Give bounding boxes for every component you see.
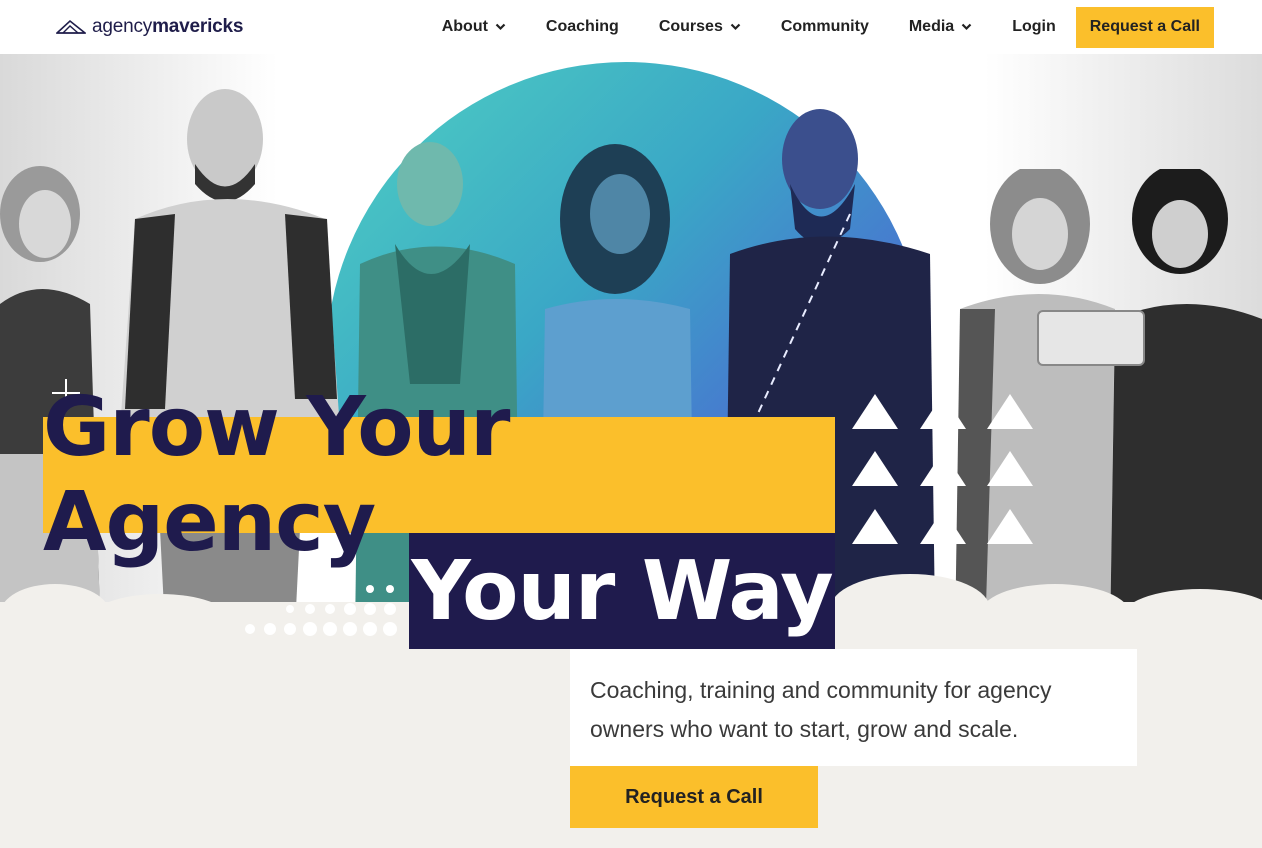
site-logo[interactable]: agencymavericks xyxy=(56,14,243,40)
paint-splash xyxy=(980,584,1130,644)
triangle-pattern-icon xyxy=(852,394,1033,544)
request-call-nav-button[interactable]: Request a Call xyxy=(1075,6,1214,48)
paint-splash xyxy=(830,574,990,644)
nav-item-about[interactable]: About xyxy=(442,18,506,36)
hero-headline-line2: Your Way xyxy=(409,533,835,649)
chevron-down-icon xyxy=(730,23,741,31)
site-header: agencymavericks About Coaching Courses C… xyxy=(0,0,1262,54)
request-call-hero-button[interactable]: Request a Call xyxy=(570,766,818,828)
nav-label: Coaching xyxy=(545,18,619,35)
main-nav: About Coaching Courses Community Media L… xyxy=(442,6,1214,48)
nav-item-coaching[interactable]: Coaching xyxy=(546,18,619,36)
paint-splash xyxy=(90,594,230,644)
nav-item-courses[interactable]: Courses xyxy=(659,18,741,36)
logo-text: agencymavericks xyxy=(92,16,244,37)
person-illustration xyxy=(1110,169,1262,639)
tablet-device xyxy=(1037,310,1145,366)
logo-mark-icon xyxy=(56,19,86,34)
nav-label: Login xyxy=(1012,18,1056,35)
headline-text: Your Way xyxy=(411,543,833,639)
nav-item-media[interactable]: Media xyxy=(909,18,972,36)
nav-item-community[interactable]: Community xyxy=(781,18,869,36)
hero-headline-line1: Grow Your Agency xyxy=(43,380,835,570)
nav-label: Community xyxy=(780,18,869,35)
dot-pattern-decoration xyxy=(245,585,397,636)
hero-subtext: Coaching, training and community for age… xyxy=(570,649,1137,766)
nav-label: Courses xyxy=(658,18,723,35)
nav-label: Media xyxy=(908,18,955,35)
nav-item-login[interactable]: Login xyxy=(1012,18,1056,36)
nav-label: About xyxy=(441,18,488,35)
chevron-down-icon xyxy=(961,23,972,31)
chevron-down-icon xyxy=(495,23,506,31)
